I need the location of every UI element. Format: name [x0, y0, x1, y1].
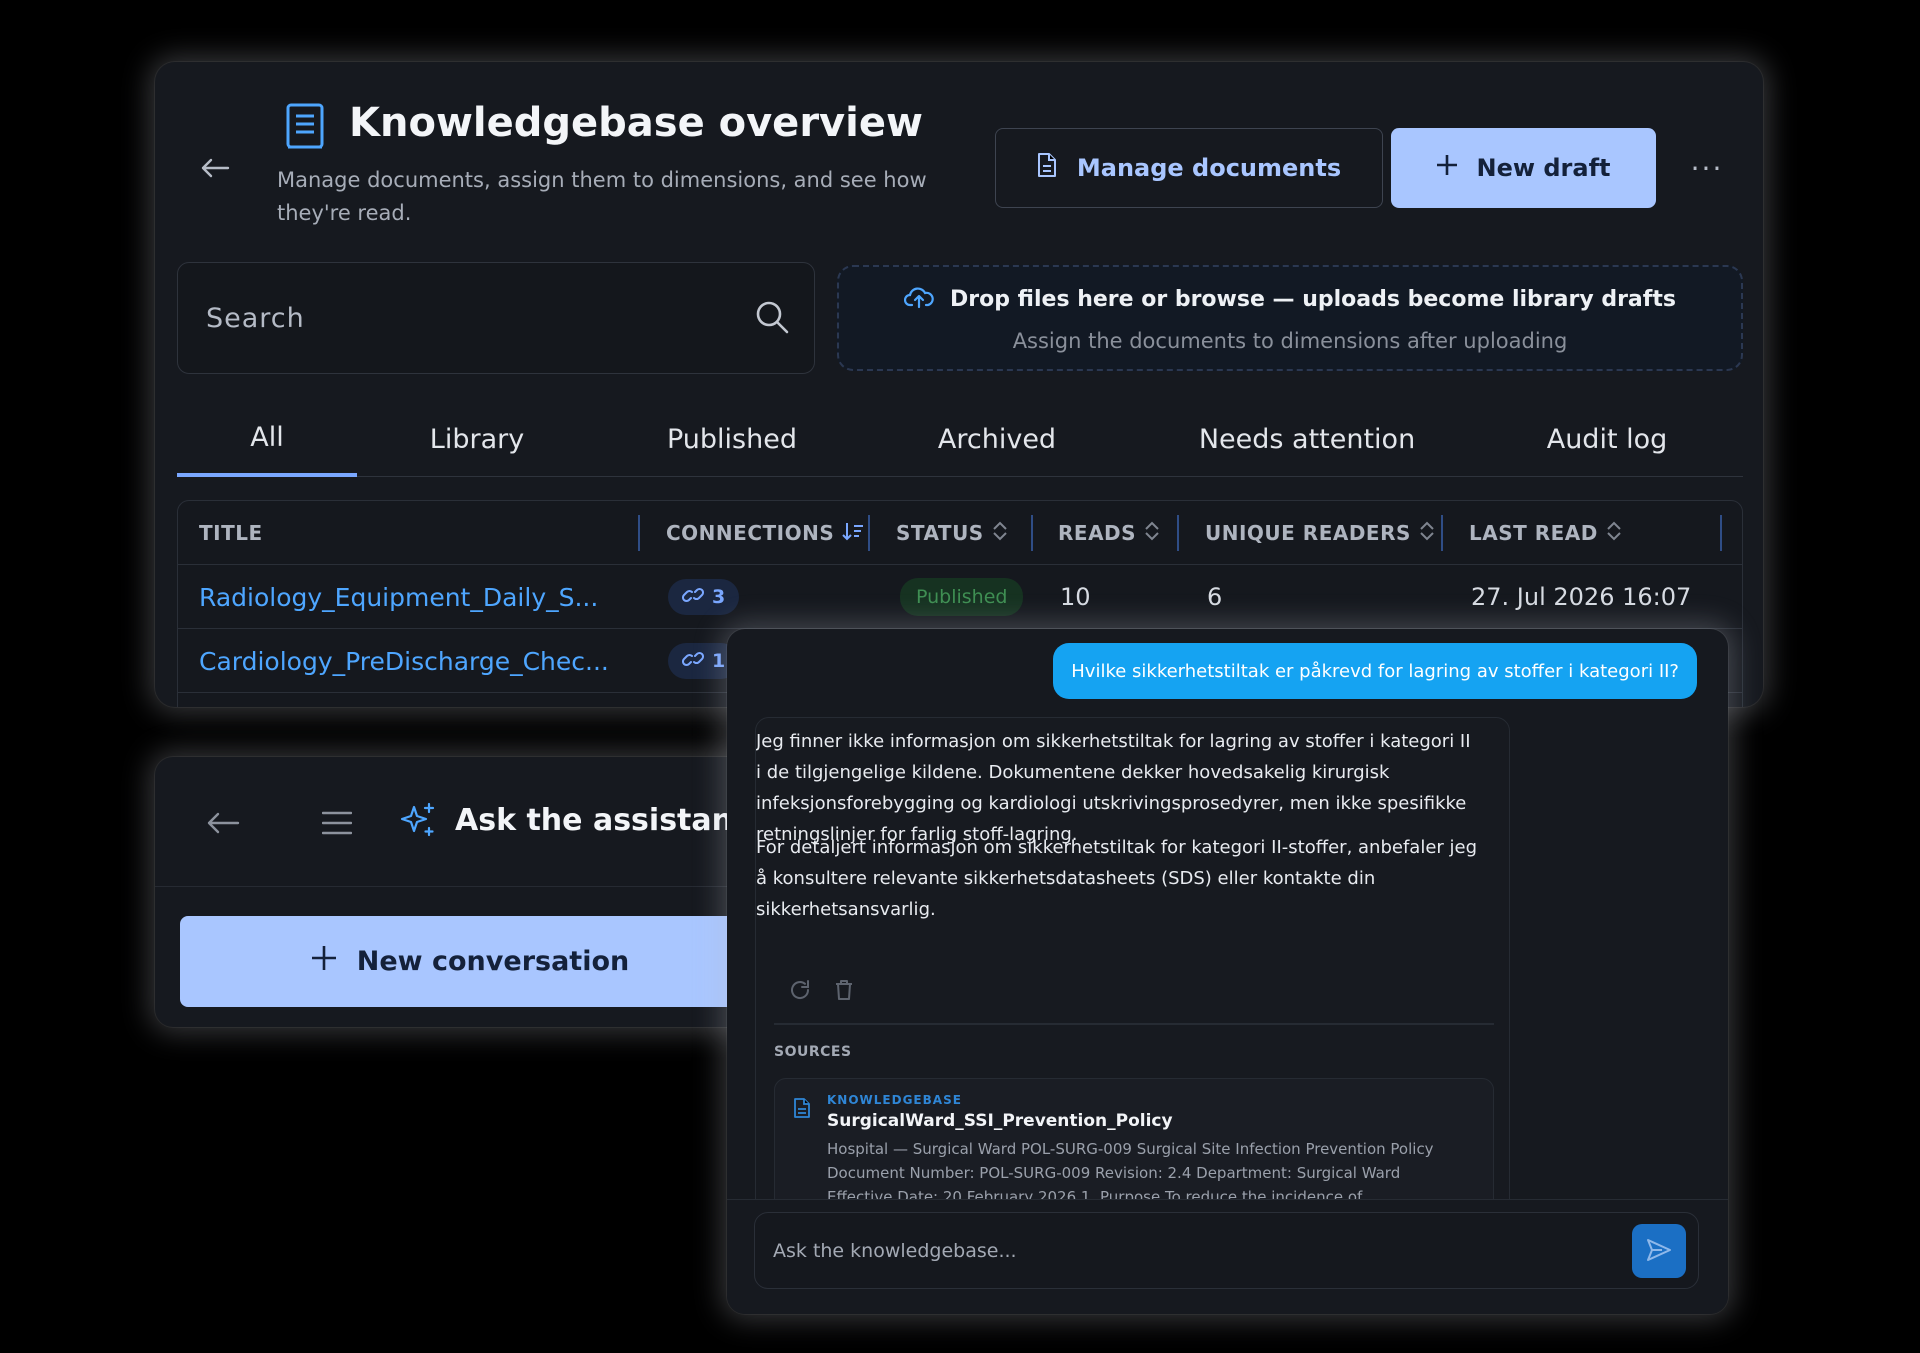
search-input[interactable] — [206, 263, 726, 373]
sources-label: SOURCES — [774, 1044, 852, 1060]
cloud-upload-icon — [904, 285, 934, 313]
column-last-read[interactable]: LAST READ — [1469, 501, 1622, 565]
assistant-header: Ask the assistant — [155, 757, 783, 887]
manage-documents-button[interactable]: Manage documents — [995, 128, 1383, 208]
chat-panel: Hvilke sikkerhetstiltak er påkrevd for l… — [727, 629, 1728, 1314]
tab-library[interactable]: Library — [397, 402, 557, 477]
source-kind: KNOWLEDGEBASE — [827, 1093, 962, 1107]
page-title: Knowledgebase overview — [349, 100, 923, 146]
last-read-value: 27. Jul 2026 16:07 — [1471, 583, 1692, 611]
search-box — [177, 262, 815, 374]
reads-value: 10 — [1060, 583, 1091, 611]
sort-icon — [1606, 520, 1622, 547]
tab-bar: All Library Published Archived Needs att… — [177, 402, 1743, 477]
sort-desc-icon — [842, 520, 864, 547]
back-arrow-icon[interactable] — [195, 148, 235, 188]
new-draft-label: New draft — [1476, 154, 1611, 182]
refresh-icon[interactable] — [788, 978, 812, 1002]
page-subtitle: Manage documents, assign them to dimensi… — [277, 168, 927, 225]
menu-icon[interactable] — [317, 803, 357, 843]
document-icon — [1037, 152, 1057, 184]
link-icon — [681, 650, 705, 672]
composer-area — [727, 1199, 1728, 1314]
search-icon[interactable] — [754, 299, 790, 335]
column-connections[interactable]: CONNECTIONS — [666, 501, 864, 565]
dropzone-title: Drop files here or browse — uploads beco… — [950, 286, 1676, 312]
tab-archived[interactable]: Archived — [902, 402, 1092, 477]
dropzone-subtitle: Assign the documents to dimensions after… — [1012, 329, 1568, 353]
table-header: TITLE CONNECTIONS STATUS READS UNIQUE RE… — [178, 501, 1742, 565]
document-icon — [793, 1097, 813, 1121]
sort-icon — [1419, 520, 1435, 547]
more-icon[interactable]: ··· — [1685, 148, 1729, 188]
user-message: Hvilke sikkerhetstiltak er påkrevd for l… — [1053, 643, 1697, 699]
back-arrow-icon[interactable] — [203, 803, 243, 843]
tab-published[interactable]: Published — [632, 402, 832, 477]
document-title-link[interactable]: Cardiology_PreDischarge_Chec... — [199, 629, 609, 693]
table-row[interactable]: Radiology_Equipment_Daily_S... 3 Publish… — [178, 565, 1742, 629]
answer-actions — [788, 978, 856, 1002]
column-title[interactable]: TITLE — [199, 501, 263, 565]
send-button[interactable] — [1632, 1224, 1686, 1278]
trash-icon[interactable] — [832, 978, 856, 1002]
new-draft-button[interactable]: New draft — [1391, 128, 1656, 208]
link-icon — [681, 586, 705, 608]
sort-icon — [1144, 520, 1160, 547]
source-name: SurgicalWard_SSI_Prevention_Policy — [827, 1111, 1173, 1131]
status-badge: Published — [900, 578, 1024, 616]
unique-readers-value: 6 — [1207, 583, 1223, 611]
new-conversation-button[interactable]: New conversation — [180, 916, 760, 1007]
new-conversation-label: New conversation — [356, 946, 630, 977]
assistant-panel: Ask the assistant New conversation — [155, 757, 783, 1027]
knowledgebase-panel: Knowledgebase overview Manage documents,… — [155, 62, 1763, 707]
sparkle-icon — [399, 801, 439, 841]
book-icon — [283, 102, 327, 152]
plus-icon — [311, 945, 337, 978]
tab-all[interactable]: All — [177, 402, 357, 477]
composer — [754, 1212, 1699, 1289]
sort-icon — [992, 520, 1008, 547]
plus-icon — [1436, 154, 1458, 182]
document-title-link[interactable]: Radiology_Equipment_Daily_S... — [199, 565, 598, 629]
send-icon — [1646, 1238, 1672, 1265]
connections-badge[interactable]: 3 — [668, 579, 740, 615]
tab-audit-log[interactable]: Audit log — [1517, 402, 1697, 477]
column-status[interactable]: STATUS — [896, 501, 1008, 565]
assistant-title: Ask the assistant — [455, 803, 748, 838]
manage-documents-label: Manage documents — [1076, 154, 1342, 182]
answer-paragraph: For detaljert informasjon om sikkerhetst… — [756, 837, 1478, 920]
tab-needs-attention[interactable]: Needs attention — [1177, 402, 1437, 477]
chat-input[interactable] — [773, 1213, 1593, 1288]
column-reads[interactable]: READS — [1058, 501, 1160, 565]
column-unique-readers[interactable]: UNIQUE READERS — [1205, 501, 1435, 565]
file-dropzone[interactable]: Drop files here or browse — uploads beco… — [837, 265, 1743, 371]
